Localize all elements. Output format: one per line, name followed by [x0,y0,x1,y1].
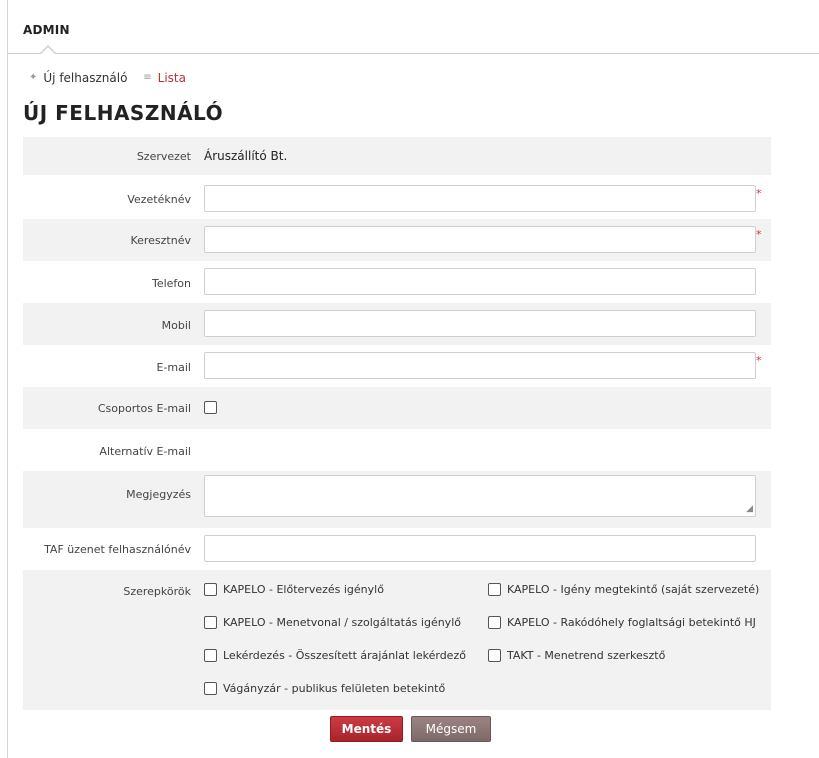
subnav-list-link[interactable]: ≡ Lista [143,71,186,85]
sub-navigation: ✦ Új felhasználó ≡ Lista [29,69,198,85]
resize-handle-icon[interactable]: ◢ [746,505,753,514]
subnav-list-label: Lista [157,70,186,85]
role-label: KAPELO - Menetvonal / szolgáltatás igény… [223,616,461,629]
list-icon: ≡ [143,72,152,83]
label-vezeteknev: Vezetéknév [127,193,191,206]
row-szerepkorok: Szerepkörök KAPELO - Előtervezés igénylő… [23,570,771,710]
top-tab-bar [8,0,819,54]
value-szervezet: Áruszállító Bt. [204,149,288,163]
subnav-new-user-label: Új felhasználó [43,70,128,85]
save-button[interactable]: Mentés [330,716,403,742]
subnav-new-user[interactable]: ✦ Új felhasználó [29,71,127,85]
label-email: E-mail [156,361,192,374]
required-marker: * [756,228,762,241]
role-label: KAPELO - Előtervezés igénylő [223,583,384,596]
role-checkbox[interactable] [204,649,217,662]
label-megjegyzes: Megjegyzés [126,488,191,501]
mobil-input[interactable] [204,310,756,337]
row-telefon: Telefon [23,261,771,303]
label-szervezet: Szervezet [136,150,191,163]
page-title: ÚJ FELHASZNÁLÓ [23,101,224,125]
row-alternativ-email: Alternatív E-mail [23,429,771,471]
role-label: TAKT - Menetrend szerkesztő [507,649,666,662]
megjegyzes-textarea[interactable]: ◢ [204,475,756,517]
plus-icon: ✦ [29,72,38,83]
cancel-button[interactable]: Mégsem [411,716,491,742]
csoportos-email-checkbox[interactable] [204,401,217,414]
role-checkbox[interactable] [204,583,217,596]
role-checkbox[interactable] [204,616,217,629]
label-mobil: Mobil [161,319,191,332]
role-option[interactable]: KAPELO - Menetvonal / szolgáltatás igény… [204,616,461,629]
label-alternativ-email: Alternatív E-mail [99,445,191,458]
vezeteknev-input[interactable] [204,185,756,212]
telefon-input[interactable] [204,268,756,295]
role-option[interactable]: KAPELO - Igény megtekintő (saját szervez… [488,583,759,596]
role-checkbox[interactable] [488,583,501,596]
row-email: E-mail * [23,345,771,387]
tab-admin[interactable]: ADMIN [23,23,70,37]
role-option[interactable]: Lekérdezés - Összesített árajánlat lekér… [204,649,466,662]
label-csoportos-email: Csoportos E-mail [97,402,191,415]
label-keresztnev: Keresztnév [130,234,191,247]
row-mobil: Mobil [23,303,771,345]
row-taf: TAF üzenet felhasználónév [23,528,771,570]
role-checkbox[interactable] [488,616,501,629]
left-border [7,0,8,758]
role-label: Lekérdezés - Összesített árajánlat lekér… [223,649,466,662]
active-tab-caret-fill [40,47,56,55]
required-marker: * [756,354,762,367]
row-megjegyzes: Megjegyzés ◢ [23,471,771,528]
row-vezeteknev: Vezetéknév * [23,177,771,219]
role-option[interactable]: Vágányzár - publikus felületen betekintő [204,682,445,695]
role-checkbox[interactable] [204,682,217,695]
role-option[interactable]: TAKT - Menetrend szerkesztő [488,649,665,662]
keresztnev-input[interactable] [204,226,756,253]
role-checkbox[interactable] [488,649,501,662]
role-label: Vágányzár - publikus felületen betekintő [223,682,446,695]
row-csoportos-email: Csoportos E-mail [23,387,771,429]
row-keresztnev: Keresztnév * [23,219,771,261]
role-label: KAPELO - Igény megtekintő (saját szervez… [507,583,760,596]
role-option[interactable]: KAPELO - Előtervezés igénylő [204,583,384,596]
email-input[interactable] [204,352,756,379]
row-szervezet: Szervezet Áruszállító Bt. [23,137,771,175]
label-telefon: Telefon [151,277,191,290]
role-option[interactable]: KAPELO - Rakódóhely foglaltsági betekint… [488,616,756,629]
label-szerepkorok: Szerepkörök [123,585,191,598]
taf-username-input[interactable] [204,535,756,562]
label-taf: TAF üzenet felhasználónév [44,543,191,556]
required-marker: * [756,187,762,200]
role-label: KAPELO - Rakódóhely foglaltsági betekint… [507,616,756,629]
